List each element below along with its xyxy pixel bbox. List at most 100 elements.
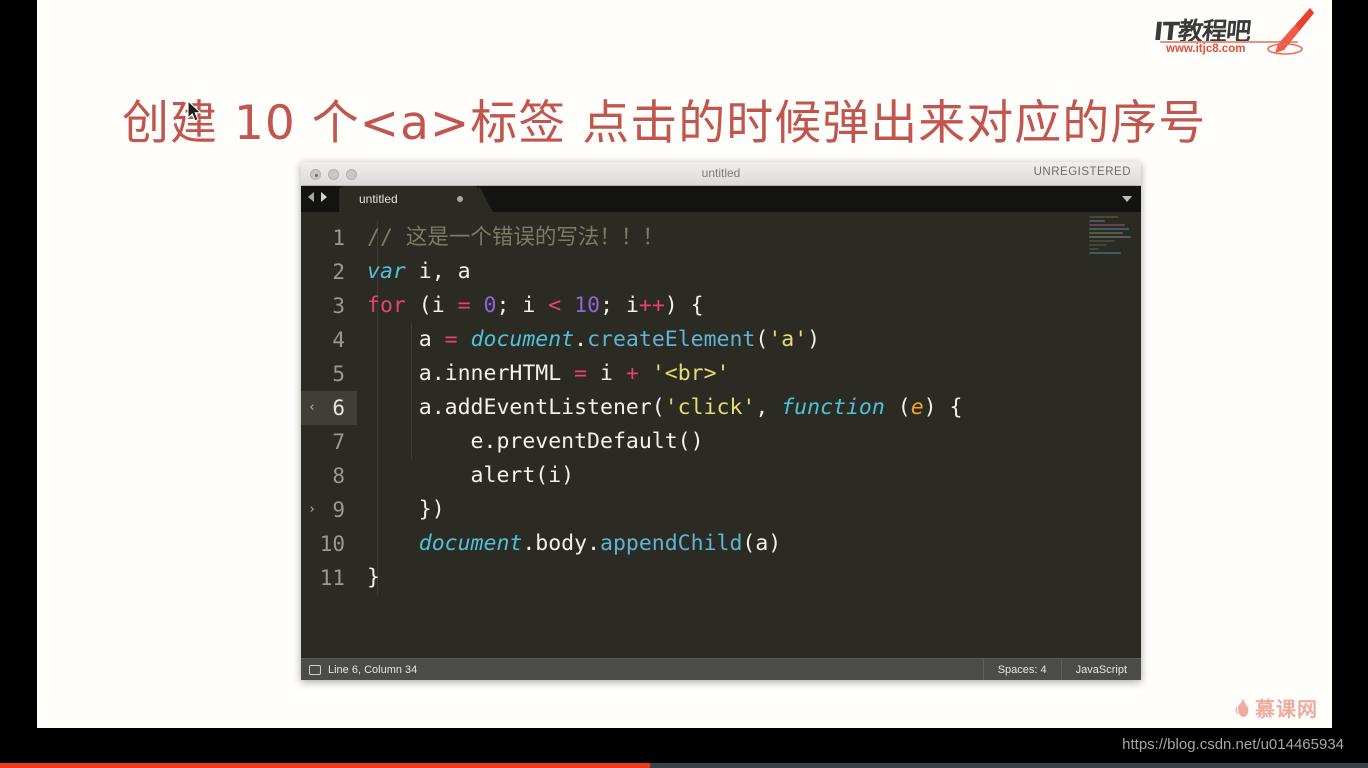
code-line[interactable]: 7 e.preventDefault() bbox=[301, 425, 1141, 459]
window-title: untitled bbox=[701, 166, 741, 180]
code-token: ( bbox=[884, 395, 911, 420]
code-token: ) { bbox=[923, 395, 963, 420]
unsaved-dot[interactable] bbox=[457, 196, 463, 202]
line-number: 8 bbox=[332, 464, 345, 488]
code-token: ; i bbox=[496, 293, 549, 318]
code-token: i bbox=[587, 361, 626, 386]
code-token: ( bbox=[651, 395, 665, 420]
code-text[interactable]: e.preventDefault() bbox=[357, 425, 1141, 459]
code-editor-window[interactable]: untitled UNREGISTERED untitled 1 // 这是一个… bbox=[301, 162, 1141, 680]
code-text[interactable]: } bbox=[357, 561, 1141, 595]
code-token: + bbox=[625, 361, 639, 386]
chevron-down-icon[interactable] bbox=[1122, 196, 1132, 202]
code-token: e.preventDefault() bbox=[367, 429, 704, 454]
code-token: (i bbox=[405, 293, 458, 318]
code-token: . bbox=[574, 327, 588, 352]
code-token: 'click' bbox=[664, 395, 756, 420]
code-token: var bbox=[367, 259, 406, 284]
code-token: 10 bbox=[574, 293, 601, 318]
code-text[interactable]: a.addEventListener('click', function (e)… bbox=[357, 391, 1141, 425]
code-token: 0 bbox=[483, 293, 497, 318]
code-token: = bbox=[574, 361, 588, 386]
code-token: for bbox=[367, 293, 406, 318]
code-line[interactable]: ‹ 6 a.addEventListener('click', function … bbox=[301, 391, 1141, 425]
code-token: document bbox=[418, 531, 523, 556]
code-token: (a) bbox=[742, 531, 782, 556]
code-line[interactable]: 11} bbox=[301, 561, 1141, 595]
tab-untitled[interactable]: untitled bbox=[339, 186, 479, 212]
code-text[interactable]: document.body.appendChild(a) bbox=[357, 527, 1141, 561]
code-line[interactable]: 2 var i, a bbox=[301, 255, 1141, 289]
imooc-brand: 慕课网 bbox=[1255, 697, 1318, 721]
code-text[interactable]: var i, a bbox=[357, 255, 1141, 289]
code-token: // 这是一个错误的写法！！！ bbox=[367, 225, 664, 250]
line-number: 7 bbox=[332, 430, 345, 454]
source-url: https://blog.csdn.net/u014465934 bbox=[1122, 736, 1344, 753]
line-number: 11 bbox=[319, 566, 345, 590]
line-number: 5 bbox=[332, 362, 345, 386]
code-token: ++ bbox=[638, 293, 665, 318]
code-text[interactable]: alert(i) bbox=[357, 459, 1141, 493]
code-token: ) bbox=[807, 327, 821, 352]
code-text[interactable]: // 这是一个错误的写法！！！ bbox=[357, 221, 1141, 255]
status-bar[interactable]: Line 6, Column 34 Spaces: 4 JavaScript bbox=[301, 658, 1141, 680]
brand-url: www.itjc8.com bbox=[1166, 43, 1246, 55]
code-line[interactable]: 1 // 这是一个错误的写法！！！ bbox=[301, 221, 1141, 255]
code-token: i, a bbox=[405, 259, 471, 284]
tab-nav-arrows[interactable] bbox=[308, 192, 327, 202]
code-line[interactable]: 10 document.body.appendChild(a) bbox=[301, 527, 1141, 561]
code-token: e bbox=[910, 395, 924, 420]
code-line[interactable]: › 9 }) bbox=[301, 493, 1141, 527]
code-lines[interactable]: 1// 这是一个错误的写法！！！ 2 var i, a 3 for (i = 0; i … bbox=[301, 212, 1141, 595]
code-token: .body. bbox=[522, 531, 601, 556]
code-token: < bbox=[548, 293, 562, 318]
code-token: a. bbox=[367, 395, 445, 420]
code-token: function bbox=[781, 395, 885, 420]
progress-fill[interactable] bbox=[0, 763, 650, 768]
code-token: 'a' bbox=[768, 327, 808, 352]
code-line[interactable]: 3 for (i = 0; i < 10; i++) { bbox=[301, 289, 1141, 323]
code-token: alert(i) bbox=[367, 463, 575, 488]
code-line[interactable]: 5 a.innerHTML = i + '<br>' bbox=[301, 357, 1141, 391]
code-token: createElement bbox=[587, 327, 756, 352]
code-token: appendChild bbox=[600, 531, 743, 556]
code-text[interactable]: a.innerHTML = i + '<br>' bbox=[357, 357, 1141, 391]
screen: IT教程吧 www.itjc8.com 创建 10 个<a>标签 点击的时候弹出… bbox=[0, 0, 1368, 768]
code-line[interactable]: 4 a = document.createElement('a') bbox=[301, 323, 1141, 357]
code-token: = bbox=[444, 327, 458, 352]
indent-setting[interactable]: Spaces: 4 bbox=[982, 659, 1061, 680]
brand-logo: IT教程吧 www.itjc8.com bbox=[1152, 4, 1320, 64]
code-token: a bbox=[367, 327, 445, 352]
pen-icon bbox=[1267, 8, 1314, 55]
tab-bar[interactable]: untitled bbox=[301, 186, 1141, 212]
line-number: 1 bbox=[332, 226, 345, 250]
code-token: document bbox=[470, 327, 575, 352]
chevron-right-icon[interactable] bbox=[321, 192, 327, 202]
flame-icon bbox=[1235, 698, 1249, 717]
tab-label: untitled bbox=[359, 192, 398, 206]
code-line[interactable]: 8 alert(i) bbox=[301, 459, 1141, 493]
progress-track[interactable] bbox=[0, 763, 1368, 768]
code-area[interactable]: 1// 这是一个错误的写法！！！ 2 var i, a 3 for (i = 0; i … bbox=[301, 212, 1141, 658]
fold-marker-open[interactable]: ‹ bbox=[306, 391, 318, 425]
code-token: }) bbox=[367, 497, 445, 522]
code-text[interactable]: }) bbox=[357, 493, 1141, 527]
code-token: = bbox=[457, 293, 471, 318]
line-number: 4 bbox=[332, 328, 345, 352]
window-titlebar[interactable]: untitled UNREGISTERED bbox=[301, 162, 1141, 186]
language-mode[interactable]: JavaScript bbox=[1060, 659, 1141, 680]
license-label: UNREGISTERED bbox=[1033, 166, 1131, 178]
slide-canvas: IT教程吧 www.itjc8.com 创建 10 个<a>标签 点击的时候弹出… bbox=[37, 0, 1332, 728]
line-number: 10 bbox=[319, 532, 345, 556]
code-token: addEventListener bbox=[444, 395, 652, 420]
chevron-left-icon[interactable] bbox=[308, 192, 314, 202]
code-text[interactable]: for (i = 0; i < 10; i++) { bbox=[357, 289, 1141, 323]
fold-marker-close[interactable]: › bbox=[306, 493, 318, 527]
code-text[interactable]: a = document.createElement('a') bbox=[357, 323, 1141, 357]
page-title: 创建 10 个<a>标签 点击的时候弹出来对应的序号 bbox=[122, 96, 1207, 151]
